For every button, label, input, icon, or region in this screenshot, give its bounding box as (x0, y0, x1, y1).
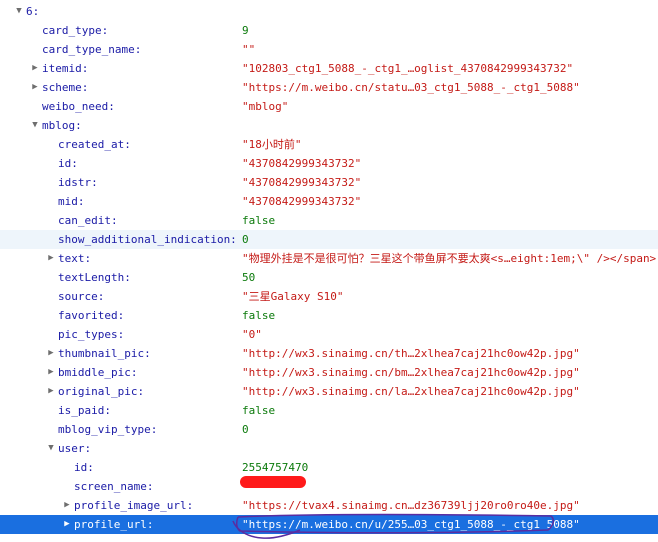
node-key: id: (74, 461, 94, 474)
node-value: "物理外挂是不是很可怕？三星这个带鱼屏不要太爽<s…eight:1em;\" /… (242, 252, 658, 265)
node-key: idstr: (58, 176, 98, 189)
tree-row[interactable]: mblog_vip_type: 0 (0, 420, 658, 439)
redaction-mark (240, 476, 306, 488)
node-key: can_edit: (58, 214, 118, 227)
node-value: "http://wx3.sinaimg.cn/bm…2xlhea7caj21hc… (242, 366, 580, 379)
tree-row[interactable]: idstr: "4370842999343732" (0, 173, 658, 192)
node-key: favorited: (58, 309, 125, 322)
node-key: user: (58, 442, 92, 455)
node-key: card_type: (42, 24, 109, 37)
node-key: source: (58, 290, 105, 303)
node-value: 9 (242, 24, 249, 37)
node-value: "https://m.weibo.cn/u/255…03_ctg1_5088_-… (242, 518, 580, 531)
tree-row[interactable]: ▶ itemid: "102803_ctg1_5088_-_ctg1_…oglist… (0, 59, 658, 78)
tree-row[interactable]: is_paid: false (0, 401, 658, 420)
node-value: "http://wx3.sinaimg.cn/la…2xlhea7caj21hc… (242, 385, 580, 398)
tree-row[interactable]: textLength: 50 (0, 268, 658, 287)
node-value: "mblog" (242, 100, 289, 113)
node-value: "三星Galaxy S10" (242, 290, 344, 303)
node-value: 2554757470 (242, 461, 309, 474)
node-key: profile_image_url: (74, 499, 194, 512)
tree-row[interactable]: source: "三星Galaxy S10" (0, 287, 658, 306)
tree-row[interactable]: card_type_name: "" (0, 40, 658, 59)
expand-arrow-icon[interactable]: ▶ (46, 249, 56, 268)
expand-arrow-icon[interactable]: ▶ (62, 515, 72, 534)
expand-arrow-icon[interactable]: ▶ (46, 344, 56, 363)
node-key: thumbnail_pic: (58, 347, 151, 360)
expand-arrow-icon[interactable]: ▶ (30, 59, 40, 78)
node-value: "4370842999343732" (242, 157, 362, 170)
tree-row[interactable]: pic_types: "0" (0, 325, 658, 344)
expand-arrow-icon[interactable]: ▶ (46, 382, 56, 401)
tree-row[interactable]: can_edit: false (0, 211, 658, 230)
tree-row[interactable]: show_additional_indication: 0 (0, 230, 658, 249)
tree-root-row[interactable]: ▼ 6: (0, 2, 658, 21)
node-key: 6: (26, 5, 40, 18)
tree-row[interactable]: ▼ user: (0, 439, 658, 458)
node-key: original_pic: (58, 385, 145, 398)
tree-row[interactable]: ▶ profile_image_url: "https://tvax4.sinaim… (0, 496, 658, 515)
node-value: false (242, 404, 276, 417)
node-value: 0 (242, 423, 249, 436)
node-key: card_type_name: (42, 43, 142, 56)
node-value: "http://wx3.sinaimg.cn/th…2xlhea7caj21hc… (242, 347, 580, 360)
tree-row[interactable]: favorited: false (0, 306, 658, 325)
node-value: "https://tvax4.sinaimg.cn…dz36739ljj20ro… (242, 499, 580, 512)
node-value: "0" (242, 328, 262, 341)
collapse-arrow-icon[interactable]: ▼ (14, 2, 24, 21)
node-value: 0 (242, 233, 249, 246)
node-key: mblog_vip_type: (58, 423, 158, 436)
expand-arrow-icon[interactable]: ▶ (46, 363, 56, 382)
node-key: text: (58, 252, 92, 265)
tree-row[interactable]: created_at: "18小时前" (0, 135, 658, 154)
tree-row[interactable]: ▶ bmiddle_pic: "http://wx3.sinaimg.cn/bm…2… (0, 363, 658, 382)
node-key: screen_name: (74, 480, 154, 493)
node-key: scheme: (42, 81, 89, 94)
node-value: false (242, 214, 276, 227)
tree-row[interactable]: mid: "4370842999343732" (0, 192, 658, 211)
collapse-arrow-icon[interactable]: ▼ (30, 116, 40, 135)
node-value: "4370842999343732" (242, 195, 362, 208)
tree-row[interactable]: card_type: 9 (0, 21, 658, 40)
tree-row[interactable]: ▶ thumbnail_pic: "http://wx3.sinaimg.cn/th… (0, 344, 658, 363)
tree-row[interactable]: ▼ mblog: (0, 116, 658, 135)
node-value: "4370842999343732" (242, 176, 362, 189)
node-key: mid: (58, 195, 85, 208)
tree-row[interactable]: ▶ original_pic: "http://wx3.sinaimg.cn/la…… (0, 382, 658, 401)
tree-row[interactable]: ▶ profile_url: "https://m.weibo.cn/u/255…0… (0, 515, 658, 534)
tree-row[interactable]: weibo_need: "mblog" (0, 97, 658, 116)
tree-row[interactable]: id: "4370842999343732" (0, 154, 658, 173)
node-key: id: (58, 157, 78, 170)
node-value: false (242, 309, 276, 322)
expand-arrow-icon[interactable]: ▶ (30, 78, 40, 97)
node-key: profile_url: (74, 518, 154, 531)
tree-row[interactable]: screen_name: (0, 477, 658, 496)
node-value: 50 (242, 271, 256, 284)
node-key: weibo_need: (42, 100, 115, 113)
node-key: pic_types: (58, 328, 125, 341)
node-key: bmiddle_pic: (58, 366, 138, 379)
node-value: "102803_ctg1_5088_-_ctg1_…oglist_4370842… (242, 62, 574, 75)
tree-row[interactable]: id: 2554757470 (0, 458, 658, 477)
node-value: "" (242, 43, 256, 56)
tree-row[interactable]: ▶ text: "物理外挂是不是很可怕？三星这个带鱼屏不要太爽<s…eight:1e… (0, 249, 658, 268)
node-key: created_at: (58, 138, 131, 151)
node-key: mblog: (42, 119, 82, 132)
node-value: "18小时前" (242, 138, 302, 151)
tree-row[interactable]: ▶ scheme: "https://m.weibo.cn/statu…03_ctg… (0, 78, 658, 97)
node-key: textLength: (58, 271, 131, 284)
collapse-arrow-icon[interactable]: ▼ (46, 439, 56, 458)
node-key: itemid: (42, 62, 89, 75)
node-value: "https://m.weibo.cn/statu…03_ctg1_5088_-… (242, 81, 580, 94)
expand-arrow-icon[interactable]: ▶ (62, 496, 72, 515)
node-key: show_additional_indication: (58, 233, 237, 246)
node-key: is_paid: (58, 404, 111, 417)
